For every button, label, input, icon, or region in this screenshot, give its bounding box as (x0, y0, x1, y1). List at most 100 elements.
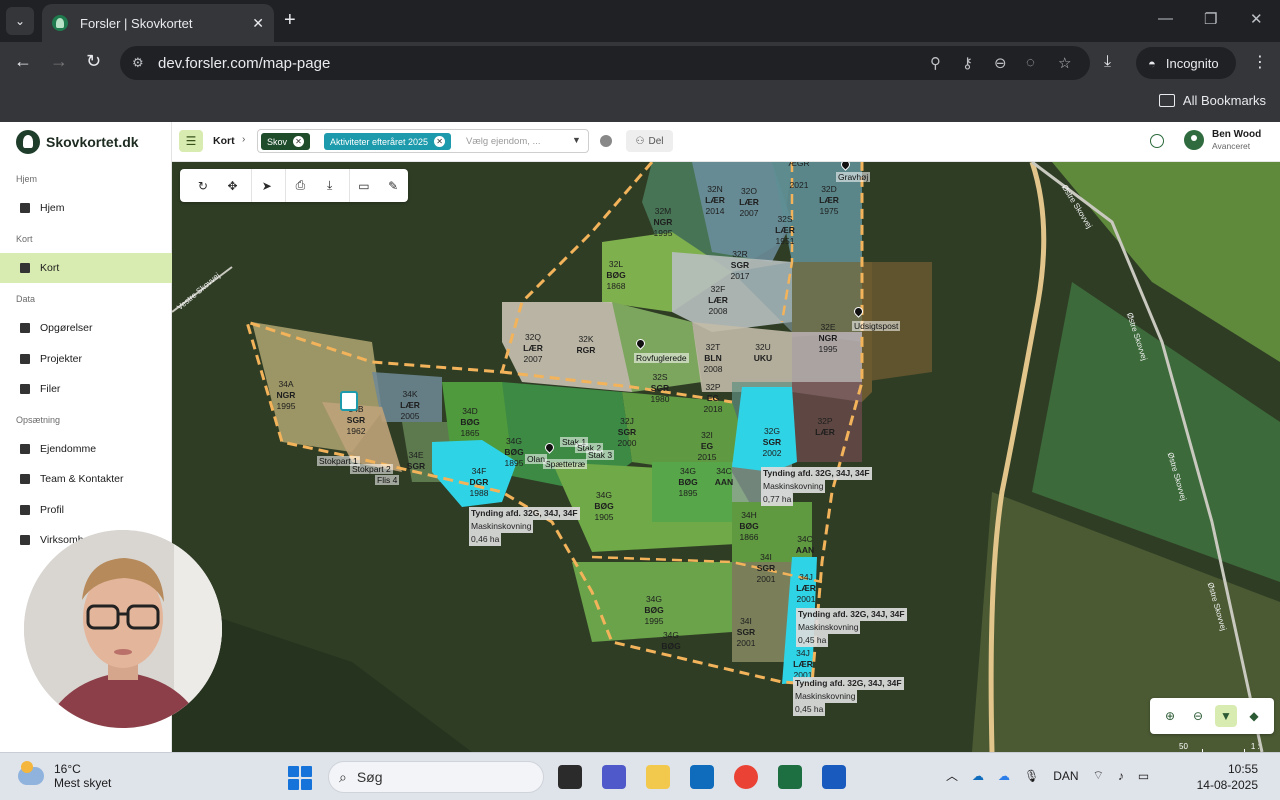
teams-icon[interactable] (602, 765, 626, 789)
onedrive-icon[interactable]: ☁ (972, 769, 984, 783)
new-tab-button[interactable]: + (284, 9, 296, 32)
document-marker-icon[interactable] (340, 391, 358, 411)
stand-label: LÆR (708, 295, 728, 305)
password-key-icon[interactable]: ⚷ (962, 54, 973, 72)
tracking-blocked-icon[interactable]: ◌ (1026, 54, 1035, 71)
sidebar-item-projekter[interactable]: Projekter (0, 344, 172, 374)
outlook-icon[interactable] (690, 765, 714, 789)
onedrive-business-icon[interactable]: ☁ (998, 769, 1010, 783)
map-canvas[interactable]: 32N LÆR 2014 32O LÆR 2007 32M NGR 1995 32L BØG 1868… (172, 162, 1280, 752)
stand-label: 32U (755, 342, 771, 352)
incognito-indicator[interactable]: ◓ Incognito (1136, 47, 1236, 79)
stand-label: 32N (707, 184, 723, 194)
sidebar-item-profil[interactable]: Profil (0, 495, 172, 525)
refresh-icon[interactable]: ↻ (188, 169, 218, 202)
sidebar-item-kort[interactable]: Kort (0, 253, 172, 283)
browser-menu-icon[interactable]: ⋮ (1252, 52, 1268, 72)
property-select-placeholder[interactable]: Vælg ejendom, ... (466, 136, 540, 147)
folder-icon (20, 384, 30, 394)
back-icon[interactable]: ← (14, 51, 32, 72)
filter-icon[interactable]: ▼ (1215, 705, 1237, 727)
sidebar-item-ejendomme[interactable]: Ejendomme (0, 434, 172, 464)
chrome-icon[interactable] (734, 765, 758, 789)
close-tab-icon[interactable]: ✕ (252, 15, 264, 32)
zoom-in-icon[interactable]: ⊕ (1159, 705, 1181, 727)
measure-ruler-icon[interactable]: ▭ (348, 169, 379, 202)
weather-widget[interactable]: 16°C Mest skyet (18, 761, 111, 790)
activity-annotation[interactable]: Tynding afd. 32G, 34J, 34F Maskinskovnin… (793, 677, 904, 716)
address-bar[interactable]: ⚙ dev.forsler.com/map-page ⚲ ⚷ ⊖ ◌ ☆ (120, 46, 1090, 80)
filter-select[interactable]: Skov ✕ Aktiviteter efteråret 2025 ✕ Vælg e… (257, 129, 589, 153)
pan-move-icon[interactable]: ✥ (218, 169, 248, 202)
filter-chip-aktiviteter[interactable]: Aktiviteter efteråret 2025 ✕ (324, 133, 452, 150)
annotation-area: 0,46 ha (469, 533, 502, 546)
chip-remove-icon[interactable]: ✕ (293, 136, 305, 147)
bookmark-star-icon[interactable]: ☆ (1058, 54, 1071, 72)
taskbar-clock[interactable]: 10:55 14-08-2025 (1197, 761, 1258, 793)
restore-icon[interactable]: ❐ (1204, 10, 1217, 28)
activity-annotation[interactable]: Tynding afd. 32G, 34J, 34F Maskinskovnin… (796, 608, 907, 647)
globe-icon[interactable] (1150, 134, 1164, 148)
location-icon[interactable]: ⚲ (930, 54, 941, 72)
annotation-title: Tynding afd. 32G, 34J, 34F (469, 507, 580, 520)
zoom-icon[interactable]: ⊖ (994, 54, 1007, 72)
grid-icon (20, 203, 30, 213)
volume-icon[interactable]: ♪ (1118, 769, 1124, 783)
layers-icon[interactable]: ◆ (1243, 705, 1265, 727)
stand-label: 32Q (525, 332, 541, 342)
sidebar-item-team[interactable]: Team & Kontakter (0, 464, 172, 494)
word-icon[interactable] (822, 765, 846, 789)
user-menu[interactable]: Ben Wood Avanceret (1184, 129, 1261, 151)
forward-icon[interactable]: → (50, 51, 68, 72)
stand-label: 32R (732, 249, 748, 259)
download-icon[interactable]: ⤓ (315, 169, 345, 202)
site-info-icon[interactable]: ⚙ (132, 55, 148, 71)
sidebar-item-filer[interactable]: Filer (0, 374, 172, 404)
battery-icon[interactable]: ▭ (1138, 769, 1149, 783)
caret-down-icon[interactable]: ▼ (572, 135, 581, 145)
download-icon[interactable]: ⤓ (1104, 53, 1111, 71)
sidebar-item-hjem[interactable]: Hjem (0, 193, 172, 223)
stand-label: 2017 (731, 271, 750, 281)
chip-remove-icon[interactable]: ✕ (434, 136, 446, 147)
layers-toggle-icon[interactable] (600, 135, 612, 147)
share-button[interactable]: ⚇ Del (626, 130, 673, 152)
excel-icon[interactable] (778, 765, 802, 789)
all-bookmarks-button[interactable]: All Bookmarks (1158, 93, 1266, 108)
stand-label: 1895 (679, 488, 698, 498)
chevron-up-icon[interactable]: ︿ (946, 767, 958, 784)
draw-edit-icon[interactable]: ✎ (378, 169, 408, 202)
search-label: Søg (356, 769, 383, 785)
breadcrumb[interactable]: Kort (213, 135, 235, 147)
language-indicator[interactable]: DAN (1053, 769, 1078, 783)
tab-search-button[interactable]: ⌄ (6, 7, 34, 35)
wifi-icon[interactable]: ⌔ (1093, 768, 1104, 783)
zoom-out-icon[interactable]: ⊖ (1187, 705, 1209, 727)
activity-annotation[interactable]: Tynding afd. 32G, 34J, 34F Maskinskovnin… (469, 507, 580, 546)
sidebar-toggle-button[interactable]: ☰ (179, 130, 203, 152)
taskbar-search[interactable]: ⌕ Søg (328, 761, 544, 793)
filter-chip-skov[interactable]: Skov ✕ (261, 133, 311, 150)
locate-arrow-icon[interactable]: ➤ (251, 169, 281, 202)
incognito-label: Incognito (1165, 55, 1219, 71)
scale-ratio: 1 : 3.085 (1250, 742, 1271, 752)
sidebar-item-opgorelser[interactable]: Opgørelser (0, 313, 172, 343)
stand-label: 32G (764, 426, 780, 436)
activity-annotation[interactable]: Tynding afd. 32G, 34J, 34F Maskinskovnin… (761, 467, 872, 506)
file-explorer-icon[interactable] (646, 765, 670, 789)
app-logo[interactable]: Skovkortet.dk (16, 130, 139, 154)
task-view-icon[interactable] (558, 765, 582, 789)
stand-label: 2014 (706, 206, 725, 216)
start-button[interactable] (288, 766, 312, 790)
stand-label: 2001 (737, 638, 756, 648)
print-icon[interactable]: ⎙ (285, 169, 315, 202)
close-window-icon[interactable]: ✕ (1250, 10, 1263, 28)
url-text[interactable]: dev.forsler.com/map-page (158, 55, 330, 72)
browser-tab[interactable]: Forsler | Skovkortet ✕ (42, 4, 274, 42)
minimize-icon[interactable]: — (1158, 10, 1173, 27)
reload-icon[interactable]: ↻ (86, 51, 101, 72)
scale-distance: 50 m (1179, 742, 1188, 752)
user-role: Avanceret (1212, 141, 1251, 151)
site-favicon-icon (52, 15, 68, 31)
microphone-icon[interactable]: 🎙 (1024, 769, 1039, 783)
